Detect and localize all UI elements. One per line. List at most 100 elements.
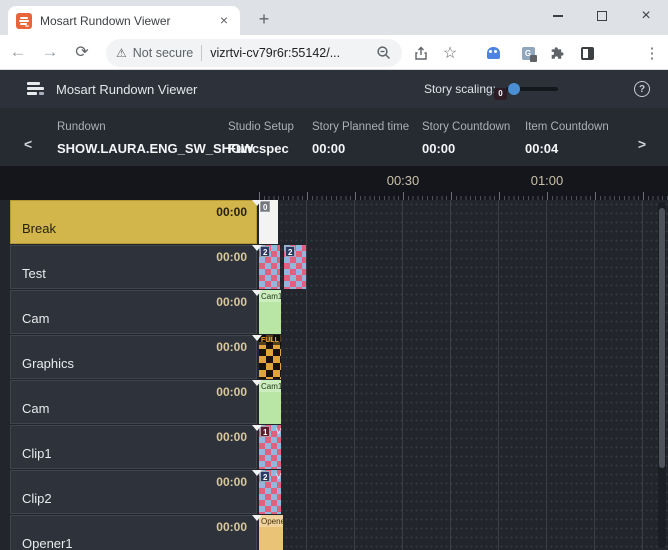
side-panel-icon[interactable] (578, 44, 596, 62)
field-value: 00:00 (312, 141, 345, 156)
story-start-marker-icon (252, 470, 262, 476)
story-items: FULL (259, 335, 281, 379)
story-block[interactable]: 00:00 Opener1 (10, 515, 257, 550)
story-time: 00:00 (216, 520, 247, 534)
rundown-info-bar: < Rundown SHOW.LAURA.ENG_SW_SHOW Studio … (0, 108, 668, 166)
story-start-marker-icon (252, 290, 262, 296)
timeline-item[interactable]: V1 (259, 425, 281, 469)
ghost-extension-icon[interactable] (484, 44, 502, 62)
item-label: Opener (259, 515, 283, 527)
url-text[interactable]: vizrtvi-cv79r6r:55142/... (210, 46, 370, 60)
story-block[interactable]: 00:00 Graphics (10, 335, 257, 379)
story-time: 00:00 (216, 340, 247, 354)
rundown-rows: 00:00 Break 0 00:00 Test 22 00:00 Cam Ca… (0, 200, 668, 550)
story-time: 00:00 (216, 430, 247, 444)
chevron-left-icon[interactable]: < (24, 136, 32, 152)
tab-close-icon[interactable]: × (216, 13, 232, 29)
story-start-marker-icon (252, 245, 262, 251)
extensions-puzzle-icon[interactable] (549, 44, 567, 62)
timeline-item[interactable]: Opener (259, 515, 283, 550)
zoom-out-icon[interactable] (376, 45, 392, 61)
story-items: V1 (259, 425, 281, 469)
story-scaling-label: Story scaling: (424, 82, 496, 96)
story-time: 00:00 (216, 250, 247, 264)
rundown-row[interactable]: 00:00 Clip1 V1 (0, 425, 668, 469)
field-value: SHOW.LAURA.ENG_SW_SHOW (57, 141, 253, 156)
address-bar[interactable]: ⚠ Not secure vizrtvi-cv79r6r:55142/... (106, 39, 402, 67)
story-items: Opener (259, 515, 283, 550)
maximize-button[interactable] (580, 0, 624, 32)
story-block[interactable]: 00:00 Break (10, 200, 257, 244)
forward-icon[interactable]: → (36, 38, 64, 66)
field-label: Item Countdown (525, 121, 609, 133)
story-name: Cam (22, 401, 49, 416)
browser-tab[interactable]: Mosart Rundown Viewer × (8, 6, 240, 35)
field-label: Rundown (57, 121, 106, 133)
bookmark-star-icon[interactable]: ☆ (441, 44, 459, 62)
scrollbar-thumb[interactable] (659, 208, 665, 468)
timeline-item[interactable]: 2 (259, 245, 280, 289)
story-time: 00:00 (216, 385, 247, 399)
vertical-scrollbar[interactable] (658, 202, 666, 548)
story-name: Cam (22, 311, 49, 326)
rundown-row[interactable]: 00:00 Break 0 (0, 200, 668, 244)
browser-window: Mosart Rundown Viewer × + × ← → ⟳ ⚠ Not … (0, 0, 668, 550)
story-scaling-slider[interactable] (506, 87, 558, 91)
story-block[interactable]: 00:00 Cam (10, 380, 257, 424)
field-value: Funcspec (228, 141, 289, 156)
story-block[interactable]: 00:00 Cam (10, 290, 257, 334)
translate-extension-icon[interactable]: G (519, 44, 537, 62)
item-label: V (274, 425, 281, 437)
item-label: Cam1 (259, 380, 281, 392)
rundown-row[interactable]: 00:00 Cam Cam1 (0, 290, 668, 334)
story-name: Break (22, 221, 56, 236)
close-window-button[interactable]: × (624, 0, 668, 32)
app-header: Mosart Rundown Viewer Story scaling: ? (0, 70, 668, 108)
back-icon[interactable]: ← (4, 38, 32, 66)
browser-menu-icon[interactable]: ⋮ (643, 44, 661, 62)
story-block[interactable]: 00:00 Clip2 (10, 470, 257, 514)
rundown-row[interactable]: 00:00 Graphics FULL (0, 335, 668, 379)
ruler-label: 00:30 (387, 173, 420, 188)
story-start-marker-icon (252, 335, 262, 341)
not-secure-warning-icon[interactable]: ⚠ (116, 46, 127, 60)
timeline-item[interactable]: V2 (259, 470, 281, 514)
story-start-marker-icon (252, 200, 262, 206)
timeline-item[interactable]: 2 (284, 245, 306, 289)
omnibox-divider (201, 45, 202, 61)
story-start-marker-icon (252, 425, 262, 431)
rundown-row[interactable]: 00:00 Cam Cam1 (0, 380, 668, 424)
rundown-row[interactable]: 00:00 Test 22 (0, 245, 668, 289)
timeline-item[interactable]: Cam1 (259, 380, 281, 424)
minimize-button[interactable] (536, 0, 580, 32)
item-badge: 2 (285, 246, 295, 257)
mosart-logo-icon (26, 81, 46, 97)
rundown-row[interactable]: 00:00 Clip2 V2 (0, 470, 668, 514)
story-items: 0 (259, 200, 278, 244)
item-label: FULL (259, 335, 281, 345)
help-icon[interactable]: ? (634, 81, 650, 97)
new-tab-button[interactable]: + (252, 8, 276, 32)
story-items: Cam1 (259, 290, 281, 334)
slider-thumb[interactable] (508, 83, 520, 95)
extension-badge: 0 (494, 88, 507, 100)
story-name: Clip2 (22, 491, 52, 506)
field-value: 00:00 (422, 141, 455, 156)
story-items: V2 (259, 470, 281, 514)
timeline-item[interactable]: FULL (259, 335, 281, 379)
mosart-favicon-icon (16, 13, 32, 29)
story-start-marker-icon (252, 380, 262, 386)
story-name: Clip1 (22, 446, 52, 461)
timeline-item[interactable]: 0 (259, 200, 278, 244)
story-name: Graphics (22, 356, 74, 371)
story-block[interactable]: 00:00 Test (10, 245, 257, 289)
chevron-right-icon[interactable]: > (638, 136, 646, 152)
window-controls: × (536, 0, 668, 32)
story-block[interactable]: 00:00 Clip1 (10, 425, 257, 469)
rundown-timeline: 00:00 Break 0 00:00 Test 22 00:00 Cam Ca… (0, 200, 668, 550)
field-label: Studio Setup (228, 121, 294, 133)
share-icon[interactable] (412, 44, 430, 62)
rundown-row[interactable]: 00:00 Opener1 Opener (0, 515, 668, 550)
timeline-item[interactable]: Cam1 (259, 290, 281, 334)
reload-icon[interactable]: ⟳ (68, 38, 96, 66)
